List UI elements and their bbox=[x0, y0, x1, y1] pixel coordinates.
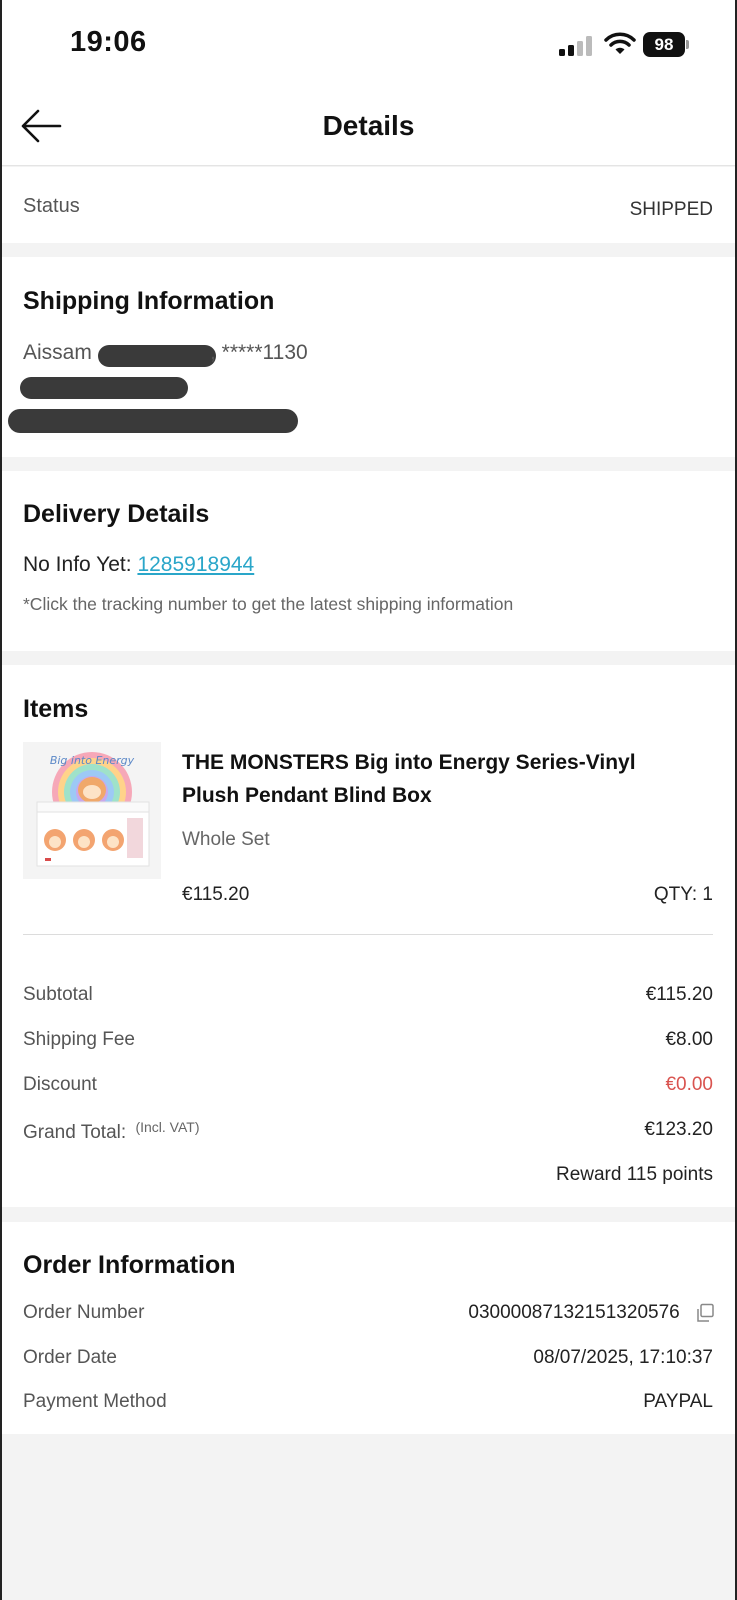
payment-method-label: Payment Method bbox=[23, 1391, 167, 1412]
redacted-address-line2 bbox=[8, 409, 298, 433]
order-section: Order Information Order Number 030000871… bbox=[2, 1222, 735, 1434]
copy-icon[interactable] bbox=[695, 1303, 715, 1323]
svg-text:Big into Energy: Big into Energy bbox=[50, 754, 135, 767]
delivery-heading: Delivery Details bbox=[23, 500, 210, 528]
delivery-section: Delivery Details No Info Yet: 1285918944… bbox=[2, 471, 735, 651]
order-heading: Order Information bbox=[23, 1251, 236, 1279]
tracking-number-link[interactable]: 1285918944 bbox=[137, 553, 254, 576]
product-image[interactable]: Big into Energy bbox=[23, 742, 161, 879]
shipping-fee-label: Shipping Fee bbox=[23, 1029, 135, 1050]
product-qty: QTY: 1 bbox=[653, 884, 713, 905]
order-number-value: 03000087132151320576 bbox=[468, 1302, 680, 1323]
product-price: €115.20 bbox=[182, 884, 250, 905]
grand-total-text: Grand Total: bbox=[23, 1122, 127, 1143]
grand-total-label: Grand Total: (Incl. VAT) bbox=[23, 1119, 199, 1144]
discount-value: €0.00 bbox=[665, 1074, 713, 1095]
product-variant: Whole Set bbox=[182, 829, 270, 850]
battery-level: 98 bbox=[643, 32, 685, 57]
screen: 19:06 98 Details Status SHIPPED Shipping… bbox=[0, 0, 737, 1600]
wifi-icon bbox=[604, 32, 636, 54]
tracking-line: No Info Yet: 1285918944 bbox=[23, 553, 254, 577]
status-label: Status bbox=[23, 195, 80, 217]
payment-method-value: PAYPAL bbox=[643, 1391, 713, 1412]
redacted-name bbox=[98, 345, 216, 367]
order-date-label: Order Date bbox=[23, 1347, 117, 1368]
shipping-heading: Shipping Information bbox=[23, 287, 275, 315]
grand-total-value: €123.20 bbox=[644, 1119, 713, 1140]
shipping-name: Aissam bbox=[23, 341, 92, 365]
battery-icon: 98 bbox=[643, 32, 689, 57]
top-bar: 19:06 98 Details bbox=[2, 0, 735, 166]
subtotal-value: €115.20 bbox=[645, 984, 713, 1005]
reward-points: Reward 115 points bbox=[555, 1164, 713, 1185]
cellular-signal-icon bbox=[559, 36, 595, 56]
vat-note: (Incl. VAT) bbox=[135, 1119, 200, 1135]
status-badge: SHIPPED bbox=[629, 199, 713, 220]
redacted-address-line1 bbox=[20, 377, 188, 399]
shipping-fee-value: €8.00 bbox=[665, 1029, 713, 1050]
status-time: 19:06 bbox=[70, 26, 147, 58]
page-title: Details bbox=[322, 110, 415, 141]
product-title-line2: Plush Pendant Blind Box bbox=[182, 784, 432, 807]
subtotal-label: Subtotal bbox=[23, 984, 93, 1005]
items-heading: Items bbox=[23, 695, 89, 723]
status-section: Status SHIPPED bbox=[2, 167, 735, 243]
recipient-phone: , *****1130 bbox=[210, 341, 308, 364]
discount-label: Discount bbox=[23, 1074, 97, 1095]
recipient-name: Aissam bbox=[23, 341, 92, 364]
no-info-label: No Info Yet: bbox=[23, 553, 138, 576]
tracking-note: *Click the tracking number to get the la… bbox=[23, 594, 514, 614]
shipping-section: Shipping Information Aissam , *****1130 bbox=[2, 257, 735, 457]
product-title[interactable]: THE MONSTERS Big into Energy Series-Viny… bbox=[182, 746, 636, 812]
order-number-row: 03000087132151320576 bbox=[468, 1302, 715, 1324]
product-title-line1: THE MONSTERS Big into Energy Series-Viny… bbox=[182, 751, 636, 774]
order-date-value: 08/07/2025, 17:10:37 bbox=[533, 1347, 713, 1368]
order-number-label: Order Number bbox=[23, 1302, 145, 1323]
items-divider bbox=[23, 934, 713, 935]
